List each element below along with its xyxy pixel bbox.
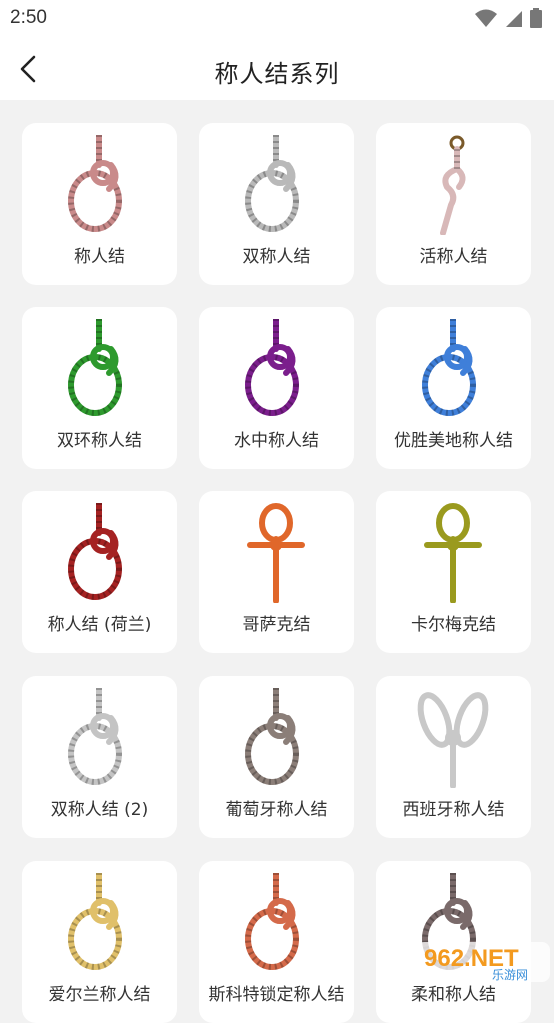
knot-illustration — [422, 319, 476, 416]
knot-illustration — [245, 319, 299, 416]
knot-card-label: 双环称人结 — [57, 431, 142, 451]
wifi-icon — [475, 9, 497, 27]
knot-card[interactable]: 双环称人结 — [22, 307, 177, 469]
knot-card[interactable]: 爱尔兰称人结 — [22, 861, 177, 1023]
knot-illustration — [68, 688, 122, 785]
knot-illustration — [440, 135, 466, 235]
signal-icon — [506, 11, 522, 27]
knot-card-label: 优胜美地称人结 — [394, 431, 513, 451]
knot-illustration — [245, 135, 299, 232]
knot-illustration — [245, 873, 299, 970]
knot-card[interactable]: 优胜美地称人结 — [376, 307, 531, 469]
knot-card[interactable]: 西班牙称人结 — [376, 676, 531, 838]
knot-card[interactable]: 葡萄牙称人结 — [199, 676, 354, 838]
top-app-bar: 称人结系列 — [0, 38, 554, 100]
knot-card-label: 哥萨克结 — [242, 615, 311, 635]
knot-illustration — [68, 873, 122, 970]
knot-card-label: 称人结 (荷兰) — [47, 615, 152, 635]
status-icons — [474, 8, 542, 28]
status-time: 2:50 — [10, 7, 47, 28]
knot-card[interactable]: 水中称人结 — [199, 307, 354, 469]
watermark-logo: 962.NET 乐游网 — [414, 936, 552, 984]
knot-card-label: 活称人结 — [419, 247, 488, 267]
knot-card[interactable]: 活称人结 — [376, 123, 531, 285]
knot-illustration — [68, 135, 122, 232]
knot-card-label: 双称人结 — [242, 247, 311, 267]
knot-card[interactable]: 卡尔梅克结 — [376, 491, 531, 653]
knot-illustration — [245, 688, 299, 785]
watermark-subtext: 乐游网 — [492, 968, 528, 982]
knot-card-label: 双称人结 (2) — [50, 800, 149, 820]
knot-illustration — [68, 319, 122, 416]
knot-illustration — [247, 503, 305, 603]
knot-illustration — [417, 692, 489, 788]
knot-card[interactable]: 双称人结 — [199, 123, 354, 285]
knot-card-label: 卡尔梅克结 — [411, 615, 496, 635]
battery-icon — [530, 8, 542, 28]
knot-card-label: 西班牙称人结 — [402, 800, 505, 820]
page-title: 称人结系列 — [214, 60, 340, 88]
knot-illustration — [424, 503, 482, 603]
knot-card-label: 葡萄牙称人结 — [225, 800, 328, 820]
knot-card[interactable]: 双称人结 (2) — [22, 676, 177, 838]
knot-illustration — [68, 503, 122, 600]
knot-card[interactable]: 称人结 — [22, 123, 177, 285]
knot-card[interactable]: 称人结 (荷兰) — [22, 491, 177, 653]
status-bar: 2:50 — [0, 0, 554, 38]
knot-card[interactable]: 哥萨克结 — [199, 491, 354, 653]
knot-card-label: 称人结 — [74, 247, 125, 267]
knot-card[interactable]: 斯科特锁定称人结 — [199, 861, 354, 1023]
knot-card-label: 水中称人结 — [234, 431, 319, 451]
